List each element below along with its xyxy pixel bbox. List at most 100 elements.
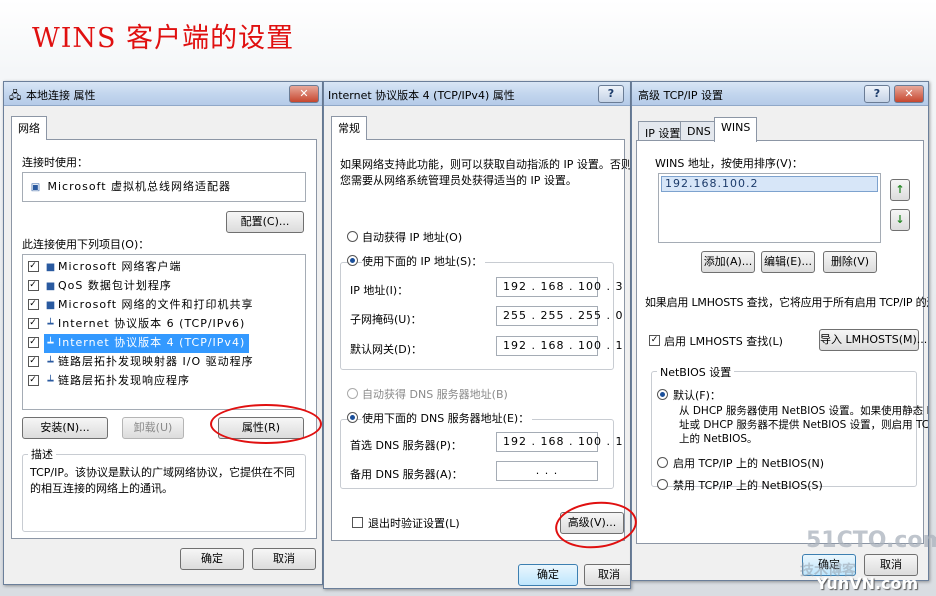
cancel-button[interactable]: 取消 [252,548,316,570]
auto-ip-label: 自动获得 IP 地址(O) [362,231,463,244]
item-label: Internet 协议版本 6 (TCP/IPv6) [58,317,246,330]
netbios-default-desc2: 址或 DHCP 服务器不提供 NetBIOS 设置，则启用 TCP/IP [679,419,929,431]
netbios-disable-radio[interactable] [657,479,668,490]
items-label: 此连接使用下列项目(O)： [22,238,150,251]
ip-address-label: IP 地址(I)： [350,284,409,297]
local-connection-properties-dialog: 🖧 本地连接 属性 ✕ 网络 连接时使用： ▣ Microsoft 虚拟机总线网… [3,81,323,585]
close-button[interactable]: ✕ [289,85,319,103]
auto-dns-label: 自动获得 DNS 服务器地址(B) [362,388,508,401]
auto-ip-radio[interactable] [347,231,358,242]
checkbox[interactable]: ✓ [28,261,39,272]
lmhosts-info: 如果启用 LMHOSTS 查找，它将应用于所有启用 TCP/IP 的连接。 [645,296,929,309]
item-label: Microsoft 网络的文件和打印机共享 [58,298,254,311]
install-button[interactable]: 安装(N)... [22,417,108,439]
connect-using-label: 连接时使用： [22,156,88,169]
edit-button[interactable]: 编辑(E)... [761,251,815,273]
gateway-input[interactable]: 192 . 168 . 100 . 1 [496,336,622,356]
lmhosts-checkbox-label: 启用 LMHOSTS 查找(L) [664,335,783,348]
network-tab-panel: 连接时使用： ▣ Microsoft 虚拟机总线网络适配器 配置(C)... 此… [11,139,317,539]
titlebar[interactable]: 高级 TCP/IP 设置 ? ✕ [632,82,928,106]
wins-tab-panel: WINS 地址，按使用排序(V)： 192.168.100.2 ↑ ↓ 添加(A… [636,140,928,544]
wins-list-label: WINS 地址，按使用排序(V)： [655,157,803,170]
close-button[interactable]: ✕ [894,85,924,103]
item-label: Microsoft 网络客户端 [58,260,182,273]
manual-ip-label: 使用下面的 IP 地址(S)： [362,253,486,269]
validate-checkbox[interactable] [352,517,363,528]
file-share-icon: ■ [45,300,57,311]
cancel-button[interactable]: 取消 [584,564,630,586]
advanced-tcpip-dialog: 高级 TCP/IP 设置 ? ✕ IP 设置 DNS WINS WINS 地址，… [631,81,929,581]
checkbox[interactable]: ✓ [28,280,39,291]
description-text-line1: TCP/IP。该协议是默认的广域网络协议，它提供在不同 [30,466,295,479]
checkbox[interactable]: ✓ [28,337,39,348]
move-down-button[interactable]: ↓ [890,209,910,231]
add-button[interactable]: 添加(A)... [701,251,755,273]
checkbox[interactable]: ✓ [28,318,39,329]
protocol-icon: ┷ [47,357,55,368]
subnet-mask-label: 子网掩码(U)： [350,313,422,326]
protocol-icon: ┷ [47,376,55,387]
item-label: Internet 协议版本 4 (TCP/IPv4) [58,336,246,349]
protocol-icon: ┷ [47,319,55,330]
intro-text-line1: 如果网络支持此功能，则可以获取自动指派的 IP 设置。否则， [340,158,631,171]
ok-button[interactable]: 确定 [518,564,578,586]
preferred-dns-input[interactable]: 192 . 168 . 100 . 1 [496,432,622,452]
adapter-field: ▣ Microsoft 虚拟机总线网络适配器 [22,172,306,202]
uninstall-button[interactable]: 卸载(U) [122,417,184,439]
remove-button[interactable]: 删除(V) [823,251,877,273]
adapter-icon: ▣ [30,182,42,193]
network-icon: 🖧 [9,89,22,102]
netbios-default-desc3: 上的 NetBIOS。 [679,433,758,445]
netbios-default-desc1: 从 DHCP 服务器使用 NetBIOS 设置。如果使用静态 IP 地 [679,405,929,417]
titlebar[interactable]: Internet 协议版本 4 (TCP/IPv4) 属性 ? [324,82,630,106]
checkbox[interactable]: ✓ [28,356,39,367]
protocol-icon: ┷ [47,338,55,349]
auto-dns-radio[interactable] [347,388,358,399]
network-client-icon: ■ [45,262,57,273]
wins-address-list[interactable]: 192.168.100.2 [658,173,881,243]
item-label: QoS 数据包计划程序 [58,279,172,292]
ok-button[interactable]: 确定 [180,548,244,570]
intro-text-line2: 您需要从网络系统管理员处获得适当的 IP 设置。 [340,174,577,187]
netbios-enable-label: 启用 TCP/IP 上的 NetBIOS(N) [673,457,825,470]
help-button[interactable]: ? [598,85,624,103]
netbios-disable-label: 禁用 TCP/IP 上的 NetBIOS(S) [673,479,823,492]
cancel-button[interactable]: 取消 [864,554,918,576]
manual-dns-radio[interactable] [347,412,358,423]
subnet-mask-input[interactable]: 255 . 255 . 255 . 0 [496,306,622,326]
arrow-down-icon: ↓ [895,213,905,226]
alternate-dns-label: 备用 DNS 服务器(A)： [350,468,463,481]
checkbox[interactable]: ✓ [28,299,39,310]
gateway-label: 默认网关(D)： [350,343,423,356]
watermark-yunvn: YunVN.com [816,574,919,593]
netbios-enable-radio[interactable] [657,457,668,468]
description-label: 描述 [28,446,56,462]
items-list[interactable]: ✓ ■ Microsoft 网络客户端 ✓ ■ QoS 数据包计划程序 ✓ ■ Mic… [22,254,306,410]
annotation-circle-properties [210,404,322,444]
help-button[interactable]: ? [864,85,890,103]
general-tab-panel: 如果网络支持此功能，则可以获取自动指派的 IP 设置。否则， 您需要从网络系统管… [331,139,630,541]
arrow-up-icon: ↑ [895,183,905,196]
import-lmhosts-button[interactable]: 导入 LMHOSTS(M)... [819,329,927,351]
wins-entry[interactable]: 192.168.100.2 [661,176,878,192]
titlebar[interactable]: 🖧 本地连接 属性 ✕ [4,82,322,106]
item-label: 链路层拓扑发现映射器 I/O 驱动程序 [58,355,254,368]
checkbox[interactable]: ✓ [28,375,39,386]
tab-dns[interactable]: DNS [680,121,718,141]
watermark-51cto: 51CTO.com [806,528,936,553]
netbios-default-label: 默认(F)： [673,389,721,402]
alternate-dns-input[interactable]: . . . [496,461,598,481]
manual-ip-radio[interactable] [347,255,358,266]
tab-network[interactable]: 网络 [11,116,47,140]
slide-title: WINS 客户端的设置 [32,23,295,54]
lmhosts-checkbox[interactable]: ✓ [649,335,660,346]
tab-general[interactable]: 常规 [331,116,367,140]
tab-wins[interactable]: WINS [714,117,758,142]
configure-button[interactable]: 配置(C)... [226,211,304,233]
dialog-title: 高级 TCP/IP 设置 [638,89,723,102]
preferred-dns-label: 首选 DNS 服务器(P)： [350,439,462,452]
move-up-button[interactable]: ↑ [890,179,910,201]
ip-address-input[interactable]: 192 . 168 . 100 . 3 [496,277,622,297]
validate-label: 退出时验证设置(L) [368,517,460,530]
netbios-default-radio[interactable] [657,389,668,400]
